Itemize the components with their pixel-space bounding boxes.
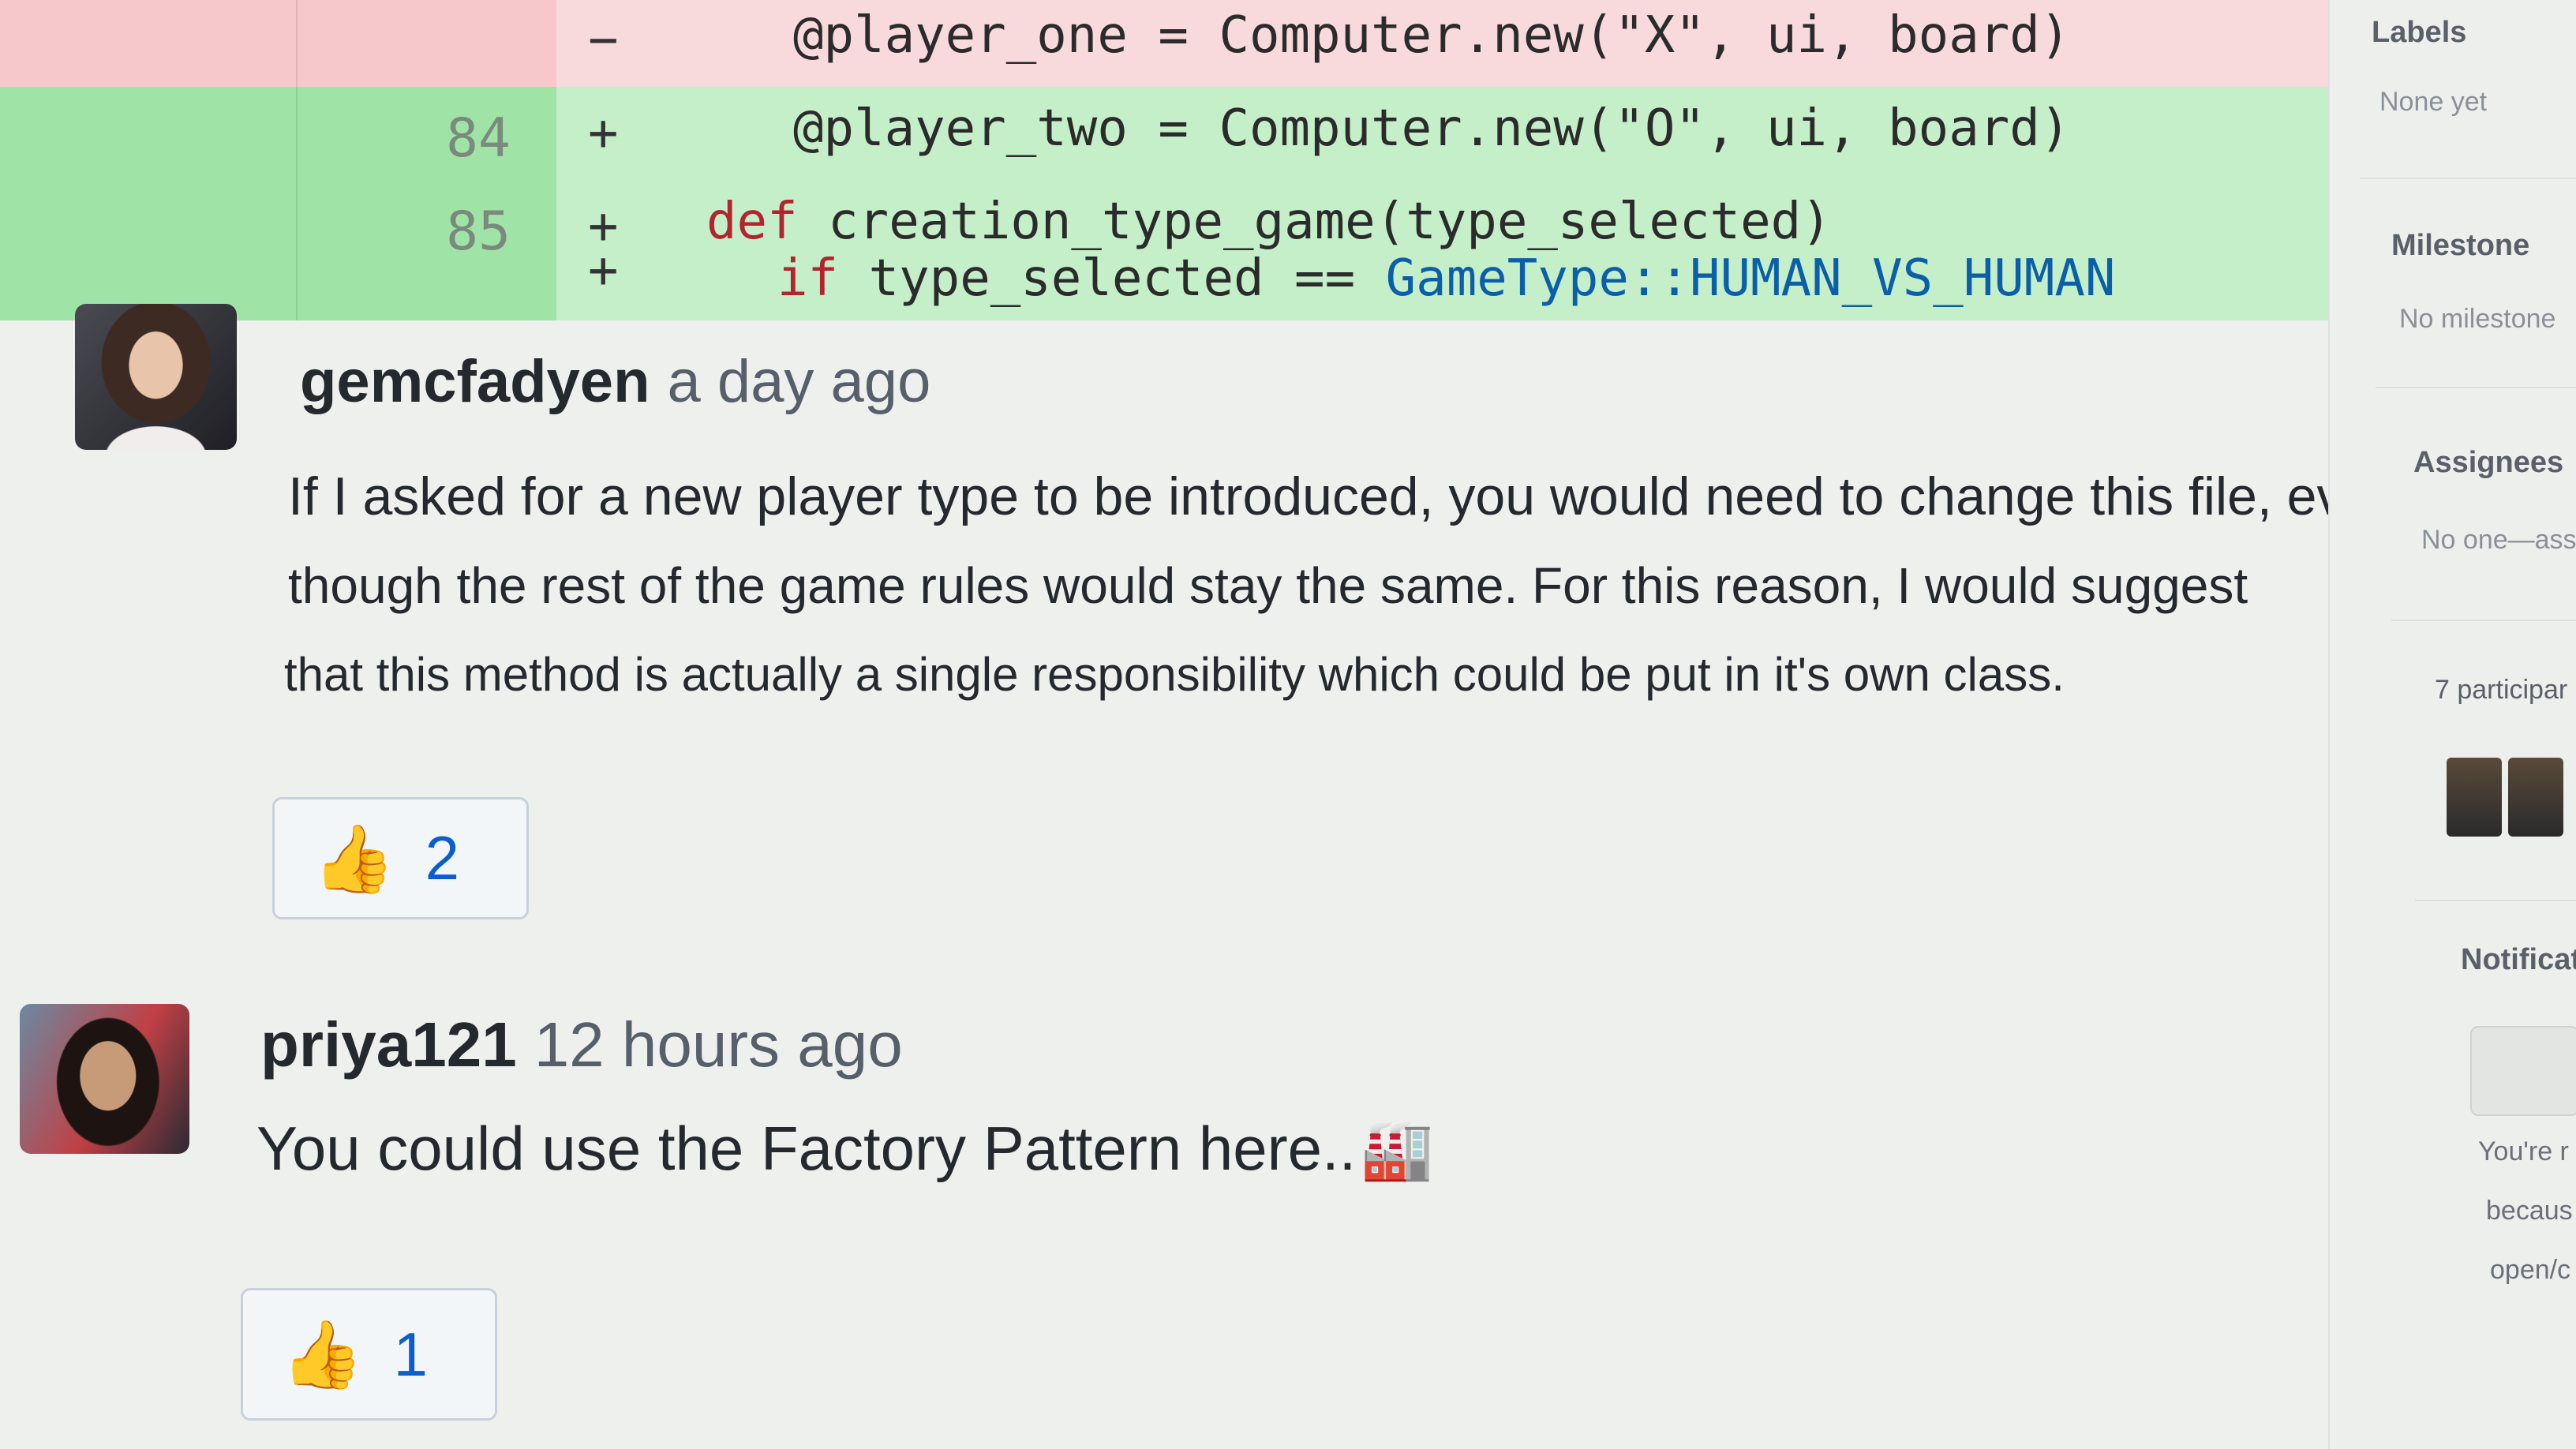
code-line: def creation_type_game(type_selected) xyxy=(706,193,1832,251)
notification-reason-line: becaus xyxy=(2486,1196,2573,1226)
comment-body-text: You could use the Factory Pattern here.. xyxy=(256,1114,1357,1183)
participants-count: 7 participar xyxy=(2435,675,2568,705)
comment-header: priya121 12 hours ago xyxy=(260,1009,903,1081)
thumbs-up-icon: 👍 xyxy=(281,1317,364,1391)
code-text: type_selected == xyxy=(868,249,1356,308)
reaction-count: 1 xyxy=(393,1319,428,1389)
comment-body-line: though the rest of the game rules would … xyxy=(288,557,2248,614)
diff-line-added: + if type_selected == GameType::HUMAN_VS… xyxy=(0,242,2328,320)
sidebar-divider xyxy=(2415,900,2576,901)
new-line-gutter xyxy=(296,0,558,87)
notification-reason-line: You're r xyxy=(2478,1136,2569,1166)
diff-code-cell: + if type_selected == GameType::HUMAN_VS… xyxy=(556,242,2328,320)
new-line-gutter xyxy=(296,273,558,320)
new-line-gutter: 84 xyxy=(296,87,558,180)
comment-header: gemcfadyen a day ago xyxy=(300,347,930,416)
code-constant: GameType::HUMAN_VS_HUMAN xyxy=(1385,249,2116,308)
old-line-gutter xyxy=(0,87,296,180)
diff-code-cell: + @player_two = Computer.new("O", ui, bo… xyxy=(556,87,2328,180)
notifications-heading: Notificat xyxy=(2461,943,2576,976)
milestone-value: No milestone xyxy=(2399,304,2556,334)
old-line-gutter xyxy=(0,180,296,273)
reaction-count: 2 xyxy=(425,823,459,893)
code-line: if type_selected == GameType::HUMAN_VS_H… xyxy=(777,249,2115,308)
diff-line-removed: − @player_one = Computer.new("X", ui, bo… xyxy=(0,0,2328,87)
sidebar-divider xyxy=(2391,620,2576,621)
diff-code-cell: − @player_one = Computer.new("X", ui, bo… xyxy=(556,0,2328,87)
factory-icon: 🏭 xyxy=(1361,1117,1434,1182)
code-keyword: def xyxy=(706,193,798,251)
code-keyword: if xyxy=(777,249,839,308)
thumbs-up-reaction-button[interactable]: 👍 2 xyxy=(272,797,529,919)
diff-sign: + xyxy=(588,104,619,163)
labels-value: None yet xyxy=(2379,87,2488,117)
sidebar-divider xyxy=(2376,387,2576,388)
assignees-heading[interactable]: Assignees xyxy=(2413,446,2563,480)
avatar[interactable] xyxy=(75,304,237,450)
assignees-value[interactable]: No one—assi xyxy=(2421,525,2576,556)
line-number[interactable]: 85 xyxy=(446,200,511,263)
comment-timestamp[interactable]: a day ago xyxy=(668,348,931,415)
diff-sign: + xyxy=(588,242,619,300)
thumbs-up-icon: 👍 xyxy=(313,821,395,896)
comment-body-line: If I asked for a new player type to be i… xyxy=(288,466,2404,526)
comment-body-line: that this method is actually a single re… xyxy=(284,648,2065,701)
line-number[interactable]: 84 xyxy=(446,107,511,170)
comment-body-line: You could use the Factory Pattern here..… xyxy=(256,1113,1433,1185)
labels-heading[interactable]: Labels xyxy=(2372,16,2466,50)
old-line-gutter xyxy=(0,0,296,87)
participant-avatar[interactable] xyxy=(2508,758,2563,837)
avatar[interactable] xyxy=(20,1004,189,1154)
diff-line-added: 84 + @player_two = Computer.new("O", ui,… xyxy=(0,87,2328,180)
code-text: creation_type_game(type_selected) xyxy=(828,193,1832,251)
issue-sidebar xyxy=(2328,0,2576,1449)
diff-sign: − xyxy=(588,11,619,69)
code-text: @player_two = Computer.new("O", ui, boar… xyxy=(793,99,2071,158)
subscribe-button[interactable] xyxy=(2470,1026,2576,1116)
sidebar-divider xyxy=(2360,178,2576,179)
thumbs-up-reaction-button[interactable]: 👍 1 xyxy=(241,1288,497,1421)
participant-avatar[interactable] xyxy=(2447,758,2502,837)
code-text: @player_one = Computer.new("X", ui, boar… xyxy=(793,6,2071,65)
milestone-heading[interactable]: Milestone xyxy=(2391,229,2529,263)
notification-reason-line: open/c xyxy=(2490,1255,2571,1285)
new-line-gutter: 85 xyxy=(296,180,558,273)
participant-avatars xyxy=(2447,758,2576,844)
comment-timestamp[interactable]: 12 hours ago xyxy=(534,1009,903,1080)
comment-author[interactable]: priya121 xyxy=(260,1009,517,1080)
comment-author[interactable]: gemcfadyen xyxy=(300,348,650,415)
